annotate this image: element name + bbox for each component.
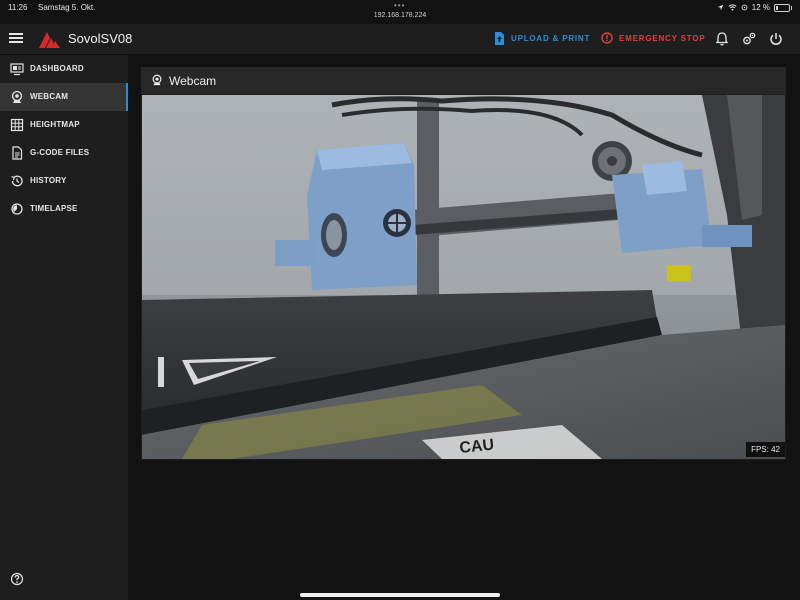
status-bar: 11:26 Samstag 5. Okt. ••• 192.168.178.22… [0, 0, 800, 24]
timelapse-icon [11, 203, 23, 215]
upload-print-label: UPLOAD & PRINT [511, 34, 591, 43]
sidebar-label-webcam: WEBCAM [30, 92, 69, 101]
fps-value: 42 [771, 445, 780, 454]
location-icon [717, 4, 724, 11]
alert-circle-icon [601, 32, 613, 44]
mainsail-logo-icon [39, 32, 60, 48]
sidebar-label-timelapse: TIMELAPSE [30, 204, 78, 213]
sidebar-item-heightmap[interactable]: HEIGHTMAP [0, 111, 128, 139]
sidebar-item-timelapse[interactable]: TIMELAPSE [0, 195, 128, 223]
battery-icon [774, 3, 792, 12]
menu-icon[interactable] [9, 31, 23, 45]
main-content: Webcam CAU FPS: 42 [128, 55, 800, 600]
sidebar-label-gcode-files: G-CODE FILES [30, 148, 90, 157]
sidebar-label-dashboard: DASHBOARD [30, 64, 84, 73]
address-url[interactable]: 192.168.178.224 [0, 12, 800, 19]
sidebar-item-history[interactable]: HISTORY [0, 167, 128, 195]
app-bar: SovolSV08 UPLOAD & PRINT EMERGENCY STOP [0, 24, 800, 55]
grid-icon [10, 118, 24, 132]
emergency-stop-button[interactable]: EMERGENCY STOP [601, 32, 705, 44]
status-date: Samstag 5. Okt. [38, 3, 96, 12]
sidebar-item-dashboard[interactable]: DASHBOARD [0, 55, 128, 83]
help-icon[interactable] [10, 572, 24, 586]
webcam-stream[interactable]: CAU FPS: 42 [142, 95, 785, 459]
fps-label: FPS: [751, 445, 769, 454]
sidebar-label-heightmap: HEIGHTMAP [30, 120, 80, 129]
tab-dots-icon[interactable]: ••• [394, 1, 405, 10]
sidebar-item-gcode-files[interactable]: G-CODE FILES [0, 139, 128, 167]
webcam-card: Webcam CAU FPS: 42 [141, 67, 786, 460]
sidebar-label-history: HISTORY [30, 176, 67, 185]
power-icon[interactable] [768, 31, 784, 47]
fps-counter: FPS: 42 [746, 442, 785, 457]
webcam-icon [11, 90, 23, 103]
status-time: 11:26 [8, 3, 28, 12]
svg-text:CAU: CAU [459, 436, 495, 457]
file-upload-icon [495, 32, 504, 45]
home-indicator[interactable] [300, 593, 500, 597]
sync-icon [741, 4, 748, 11]
wifi-icon [728, 4, 737, 11]
app-title: SovolSV08 [68, 31, 133, 46]
file-icon [12, 146, 23, 160]
history-icon [11, 175, 23, 187]
settings-icon[interactable] [741, 31, 757, 47]
emergency-stop-label: EMERGENCY STOP [619, 33, 706, 43]
monitor-icon [10, 63, 24, 76]
webcam-card-title: Webcam [169, 74, 217, 88]
sidebar-item-webcam[interactable]: WEBCAM [0, 83, 128, 111]
bell-icon[interactable] [714, 31, 730, 47]
upload-print-button[interactable]: UPLOAD & PRINT [494, 32, 590, 45]
webcam-card-header: Webcam [141, 67, 786, 94]
webcam-icon [152, 74, 162, 86]
status-indicators: 12 % [717, 3, 792, 12]
webcam-image: CAU [142, 95, 785, 459]
battery-text: 12 % [751, 3, 770, 12]
sidebar: DASHBOARD WEBCAM HEIGHTMAP G-CODE FILES … [0, 55, 128, 600]
